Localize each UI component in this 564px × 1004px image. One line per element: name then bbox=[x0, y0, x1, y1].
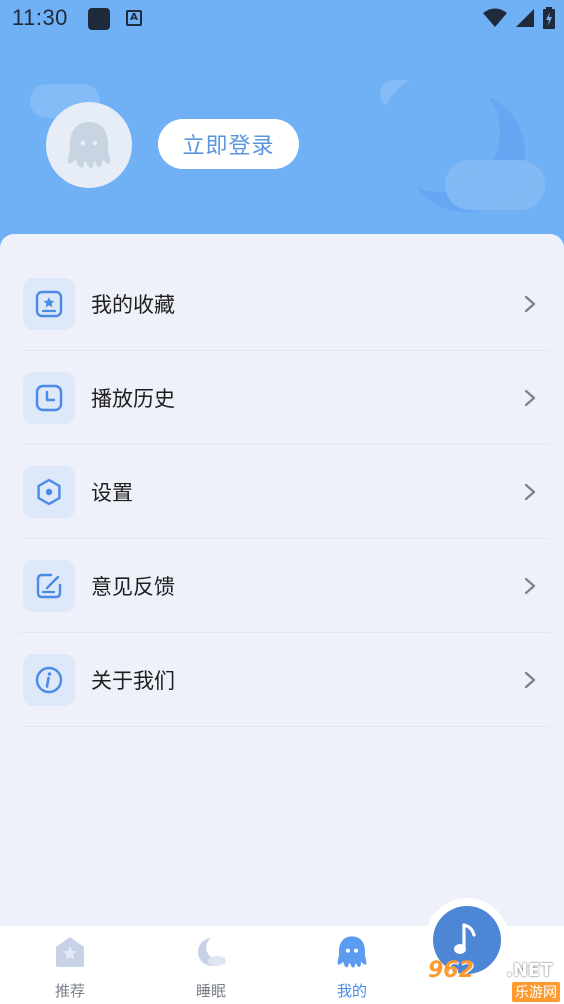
square-notification-icon bbox=[88, 8, 110, 30]
status-bar: 11:30 A bbox=[0, 0, 564, 38]
chevron-right-icon bbox=[518, 668, 542, 692]
tab-recommend[interactable]: 推荐 bbox=[20, 926, 120, 1004]
settings-hex-icon bbox=[23, 465, 75, 518]
chevron-right-icon bbox=[518, 386, 542, 410]
menu-item-feedback[interactable]: 意见反馈 bbox=[20, 539, 550, 633]
status-time: 11:30 bbox=[12, 5, 68, 30]
octopus-profile-icon bbox=[334, 934, 370, 970]
tab-sleep[interactable]: 睡眠 bbox=[161, 926, 261, 1004]
watermark-sub: 乐游网 bbox=[512, 982, 560, 1002]
watermark-brand: 962 bbox=[428, 958, 474, 983]
feedback-edit-icon bbox=[23, 559, 75, 612]
info-icon bbox=[23, 653, 75, 706]
avatar[interactable] bbox=[46, 102, 132, 188]
menu-item-label: 设置 bbox=[91, 480, 133, 505]
menu-item-settings[interactable]: 设置 bbox=[20, 445, 550, 539]
favorites-icon bbox=[23, 277, 75, 330]
tab-label: 推荐 bbox=[54, 982, 85, 1000]
history-clock-icon bbox=[23, 371, 75, 424]
a-notification-icon: A bbox=[126, 10, 142, 26]
battery-charging-icon bbox=[543, 7, 555, 29]
watermark-net: .NET bbox=[506, 960, 553, 981]
menu-item-label: 我的收藏 bbox=[91, 292, 175, 317]
tab-mine[interactable]: 我的 bbox=[302, 926, 402, 1004]
cloud-decoration bbox=[445, 160, 545, 210]
chevron-right-icon bbox=[518, 292, 542, 316]
login-button[interactable]: 立即登录 bbox=[158, 119, 299, 169]
tab-label: 我的 bbox=[336, 982, 367, 1000]
chevron-right-icon bbox=[518, 480, 542, 504]
signal-icon bbox=[516, 9, 534, 27]
chevron-right-icon bbox=[518, 574, 542, 598]
menu-item-label: 播放历史 bbox=[91, 386, 175, 411]
menu-item-label: 关于我们 bbox=[91, 668, 175, 693]
menu-panel: 我的收藏 播放历史 设置 意见反馈 关于我们 bbox=[0, 234, 564, 934]
tab-label: 睡眠 bbox=[195, 982, 226, 1000]
music-note-icon bbox=[454, 923, 476, 954]
octopus-avatar-icon bbox=[67, 122, 111, 168]
status-icons bbox=[482, 6, 556, 30]
menu-item-label: 意见反馈 bbox=[91, 574, 175, 599]
wifi-icon bbox=[483, 8, 507, 27]
menu-item-history[interactable]: 播放历史 bbox=[20, 351, 550, 445]
watermark-logo: 962 .NET 乐游网 bbox=[428, 958, 560, 1002]
profile-header: 11:30 A 立即登录 bbox=[0, 0, 564, 260]
menu-item-about[interactable]: 关于我们 bbox=[20, 633, 550, 727]
menu-item-favorites[interactable]: 我的收藏 bbox=[20, 257, 550, 351]
recommend-star-icon bbox=[52, 934, 88, 970]
sleep-moon-icon bbox=[193, 934, 229, 970]
